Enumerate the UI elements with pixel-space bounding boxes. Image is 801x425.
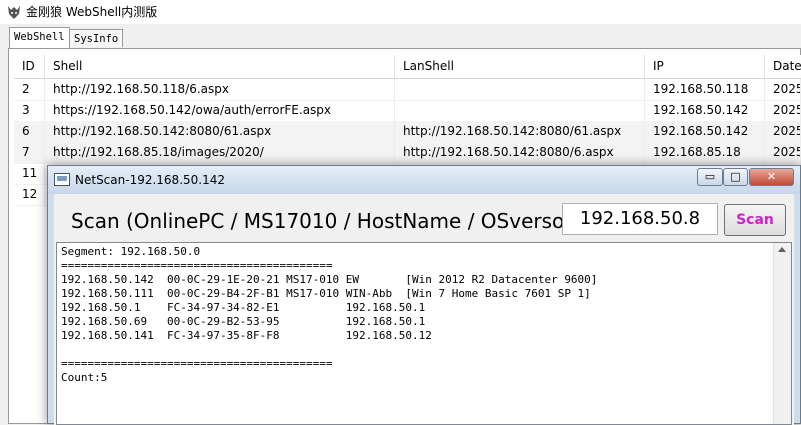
cell-ip: 192.168.50.118: [645, 79, 765, 100]
column-header-date[interactable]: Date: [765, 55, 801, 78]
window-app-icon: [54, 173, 70, 186]
cell-date: 2025: [765, 121, 801, 142]
cell-shell: https://192.168.50.142/owa/auth/errorFE.…: [45, 100, 395, 121]
cell-id: 6: [14, 121, 45, 142]
grid-header: ID Shell LanShell IP Date: [14, 55, 801, 79]
cell-id: 3: [14, 100, 45, 121]
column-header-shell[interactable]: Shell: [45, 55, 395, 78]
table-row[interactable]: 7 http://192.168.85.18/images/2020/ http…: [14, 142, 801, 164]
cell-shell: http://192.168.50.142:8080/61.aspx: [45, 121, 395, 142]
cell-lanshell: http://192.168.50.142:8080/6.aspx: [395, 142, 645, 163]
column-header-lanshell[interactable]: LanShell: [395, 55, 645, 78]
cell-lanshell: [395, 100, 645, 121]
cell-ip: 192.168.85.18: [645, 142, 765, 163]
scroll-up-arrow-icon[interactable]: [778, 247, 786, 252]
segment-ip-input[interactable]: 192.168.50.8: [562, 203, 718, 235]
close-button[interactable]: ✕: [749, 168, 794, 186]
cell-date: 2025: [765, 100, 801, 121]
cell-date: 2025: [765, 79, 801, 100]
netscan-body: Scan (OnlinePC / MS17010 / HostName / OS…: [54, 194, 794, 425]
scan-output-textarea[interactable]: Segment: 192.168.50.0 ==================…: [56, 242, 792, 425]
minimize-button[interactable]: ▭: [697, 168, 723, 186]
tab-sysinfo[interactable]: SysInfo: [69, 29, 124, 47]
scan-output-text: Segment: 192.168.50.0 ==================…: [61, 245, 598, 384]
cell-id: 11: [14, 163, 45, 184]
cell-id: 12: [14, 184, 45, 205]
netscan-dialog[interactable]: NetScan-192.168.50.142 ▭ □ ✕ Scan (Onlin…: [47, 165, 801, 425]
window-title: 金刚狼 WebShell内测版: [26, 5, 158, 19]
cell-id: 7: [14, 142, 45, 163]
scan-options-label: Scan (OnlinePC / MS17010 / HostName / OS…: [71, 209, 585, 233]
cell-lanshell: http://192.168.50.142:8080/61.aspx: [395, 121, 645, 142]
cell-shell: http://192.168.50.118/6.aspx: [45, 79, 395, 100]
cell-lanshell: [395, 79, 645, 100]
column-header-ip[interactable]: IP: [645, 55, 765, 78]
netscan-title: NetScan-192.168.50.142: [75, 173, 225, 187]
netscan-titlebar[interactable]: NetScan-192.168.50.142 ▭ □ ✕: [48, 166, 800, 194]
cell-id: 2: [14, 79, 45, 100]
cell-date: 2025: [765, 142, 801, 163]
table-row[interactable]: 2 http://192.168.50.118/6.aspx 192.168.5…: [14, 79, 801, 101]
column-header-id[interactable]: ID: [14, 55, 45, 78]
table-row[interactable]: 3 https://192.168.50.142/owa/auth/errorF…: [14, 100, 801, 122]
table-row[interactable]: 6 http://192.168.50.142:8080/61.aspx htt…: [14, 121, 801, 143]
tab-webshell[interactable]: WebShell: [9, 27, 70, 48]
wolverine-logo-icon: [8, 6, 20, 19]
cell-ip: 192.168.50.142: [645, 100, 765, 121]
cell-ip: 192.168.50.142: [645, 121, 765, 142]
main-titlebar[interactable]: 金刚狼 WebShell内测版: [0, 0, 801, 24]
output-vertical-scrollbar[interactable]: [773, 243, 791, 424]
scan-button[interactable]: Scan: [724, 204, 786, 236]
maximize-button[interactable]: □: [723, 168, 748, 186]
cell-shell: http://192.168.85.18/images/2020/: [45, 142, 395, 163]
